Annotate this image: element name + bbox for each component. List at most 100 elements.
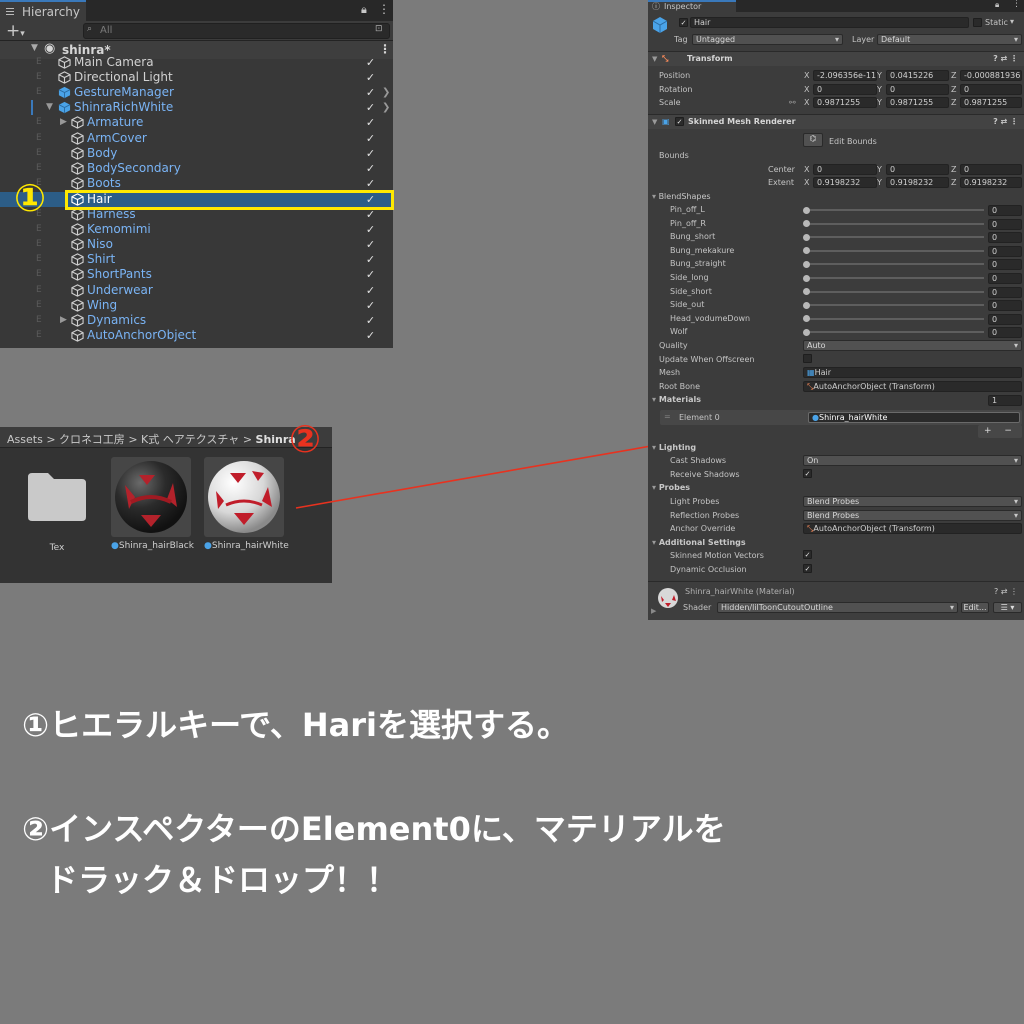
inspector-tab[interactable]: ⓘ Inspector — [648, 0, 736, 12]
quality-label: Quality — [659, 341, 688, 350]
foldout-arrow-icon[interactable]: ▼ — [652, 52, 657, 66]
remove-element-button[interactable]: − — [1004, 426, 1012, 436]
light-probes-dropdown[interactable]: Blend Probes — [803, 496, 1022, 507]
position-y-field[interactable]: 0.0415226 — [886, 70, 949, 81]
edit-bounds-label: Edit Bounds — [829, 137, 877, 146]
center-z-field[interactable]: 0 — [960, 164, 1022, 175]
cast-shadows-dropdown[interactable]: On — [803, 455, 1022, 466]
rotation-y-field[interactable]: 0 — [886, 84, 949, 95]
receive-shadows-checkbox[interactable]: ✓ — [803, 469, 812, 478]
blendshape-value-field[interactable]: 0 — [988, 286, 1022, 298]
edit-bounds-button[interactable]: ⌬ — [803, 133, 823, 147]
materials-count-field[interactable]: 1 — [988, 395, 1022, 406]
material-element-row[interactable]: = Element 0 ●Shinra_hairWhite — [660, 410, 1022, 425]
blendshape-value-field[interactable]: 0 — [988, 245, 1022, 257]
constrain-link-icon[interactable]: ⚯ — [789, 98, 796, 107]
scale-y-field[interactable]: 0.9871255 — [886, 97, 949, 108]
extent-z-field[interactable]: 0.9198232 — [960, 177, 1022, 188]
blendshape-value-field[interactable]: 0 — [988, 205, 1022, 216]
blendshape-value-field[interactable]: 0 — [988, 232, 1022, 244]
foldout-arrow-icon[interactable]: ▼ — [652, 115, 657, 129]
center-x-field[interactable]: 0 — [813, 164, 877, 175]
tag-dropdown[interactable]: Untagged — [692, 34, 843, 45]
dynamic-occlusion-checkbox[interactable]: ✓ — [803, 564, 812, 573]
quality-dropdown[interactable]: Auto — [803, 340, 1022, 351]
blendshape-value-field[interactable]: 0 — [988, 300, 1022, 312]
blendshape-slider-knob[interactable] — [803, 315, 810, 323]
blendshape-slider-track[interactable] — [806, 209, 984, 211]
update-offscreen-checkbox[interactable] — [803, 354, 812, 363]
blendshape-slider-knob[interactable] — [803, 220, 810, 228]
transform-icon: ⤡ — [662, 54, 669, 63]
blendshape-slider-track[interactable] — [806, 290, 984, 293]
blendshape-slider-track[interactable] — [806, 304, 984, 307]
blendshape-slider-knob[interactable] — [803, 247, 810, 255]
component-header-icons[interactable]: ? ⇄ ⋮ — [993, 52, 1018, 66]
shader-dropdown[interactable]: Hidden/lilToonCutoutOutline — [717, 602, 958, 613]
blendshape-slider-knob[interactable] — [803, 206, 810, 214]
blendshape-slider-track[interactable] — [806, 317, 984, 320]
blendshape-slider-knob[interactable] — [803, 233, 810, 241]
motion-vectors-checkbox[interactable]: ✓ — [803, 550, 812, 559]
shader-menu-button[interactable]: ☰ ▾ — [993, 602, 1022, 613]
transform-header[interactable]: ▼ ⤡ Transform ? ⇄ ⋮ — [648, 51, 1024, 66]
blendshape-value-field[interactable]: 0 — [988, 218, 1022, 230]
probes-foldout[interactable]: Probes — [652, 483, 690, 493]
component-header-icons[interactable]: ? ⇄ ⋮ — [993, 115, 1018, 129]
blendshape-slider-track[interactable] — [806, 263, 984, 266]
blendshapes-foldout[interactable]: BlendShapes — [652, 192, 711, 202]
axis-x-label: X — [804, 71, 810, 80]
rotation-x-field[interactable]: 0 — [813, 84, 877, 95]
blendshape-slider-track[interactable] — [806, 236, 984, 239]
drag-handle-icon[interactable]: = — [664, 412, 671, 421]
component-enabled-checkbox[interactable]: ✓ — [675, 117, 684, 126]
blendshape-slider-knob[interactable] — [803, 274, 810, 282]
blendshape-value-field[interactable]: 0 — [988, 313, 1022, 325]
blendshape-value-field[interactable]: 0 — [988, 273, 1022, 284]
kebab-menu-icon[interactable]: ⋮ — [1012, 0, 1021, 9]
blendshape-slider-knob[interactable] — [803, 288, 810, 296]
anchor-override-value: AutoAnchorObject (Transform) — [813, 524, 935, 533]
material-title: Shinra_hairWhite (Material) — [685, 587, 795, 596]
blendshape-value-field[interactable]: 0 — [988, 327, 1022, 339]
blendshape-slider-track[interactable] — [806, 277, 984, 279]
add-element-button[interactable]: + — [984, 426, 992, 436]
foldout-arrow-icon[interactable]: ▶ — [651, 607, 656, 615]
element0-material-field[interactable]: ●Shinra_hairWhite — [808, 412, 1020, 423]
scale-z-field[interactable]: 0.9871255 — [960, 97, 1022, 108]
additional-settings-foldout[interactable]: Additional Settings — [652, 538, 746, 548]
axis-y-label: Y — [877, 165, 882, 174]
skinned-mesh-renderer-header[interactable]: ▼ ▣ ✓ Skinned Mesh Renderer ? ⇄ ⋮ — [648, 114, 1024, 129]
blendshape-slider-track[interactable] — [806, 331, 984, 334]
extent-x-field[interactable]: 0.9198232 — [813, 177, 877, 188]
blendshape-slider-track[interactable] — [806, 249, 984, 252]
object-name-field[interactable]: Hair — [690, 17, 969, 28]
blendshape-slider-knob[interactable] — [803, 260, 810, 268]
materials-foldout[interactable]: Materials — [652, 395, 701, 405]
static-checkbox[interactable] — [973, 18, 982, 27]
anchor-override-field[interactable]: ⤡AutoAnchorObject (Transform) — [803, 523, 1022, 534]
center-y-field[interactable]: 0 — [886, 164, 949, 175]
layer-dropdown[interactable]: Default — [877, 34, 1022, 45]
mesh-icon: ▦ — [807, 368, 815, 377]
root-bone-field[interactable]: ⤡AutoAnchorObject (Transform) — [803, 381, 1022, 392]
lighting-foldout[interactable]: Lighting — [652, 443, 696, 453]
axis-x-label: X — [804, 178, 810, 187]
extent-y-field[interactable]: 0.9198232 — [886, 177, 949, 188]
blendshape-value-field[interactable]: 0 — [988, 259, 1022, 271]
center-label: Center — [768, 165, 795, 174]
blendshape-slider-track[interactable] — [806, 222, 984, 225]
active-checkbox[interactable]: ✓ — [679, 18, 688, 27]
blendshape-slider-knob[interactable] — [803, 328, 810, 336]
lock-icon[interactable]: 🔒︎ — [995, 0, 999, 10]
position-x-field[interactable]: -2.096356e-11 — [813, 70, 877, 81]
chevron-down-icon[interactable]: ▾ — [1010, 17, 1014, 26]
mesh-field[interactable]: ▦Hair — [803, 367, 1022, 378]
component-header-icons[interactable]: ? ⇄ ⋮ — [994, 587, 1018, 596]
shader-edit-button[interactable]: Edit... — [961, 602, 989, 613]
rotation-z-field[interactable]: 0 — [960, 84, 1022, 95]
blendshape-slider-knob[interactable] — [803, 301, 810, 309]
scale-x-field[interactable]: 0.9871255 — [813, 97, 877, 108]
position-z-field[interactable]: -0.000881936 — [960, 70, 1022, 81]
reflection-probes-dropdown[interactable]: Blend Probes — [803, 510, 1022, 521]
